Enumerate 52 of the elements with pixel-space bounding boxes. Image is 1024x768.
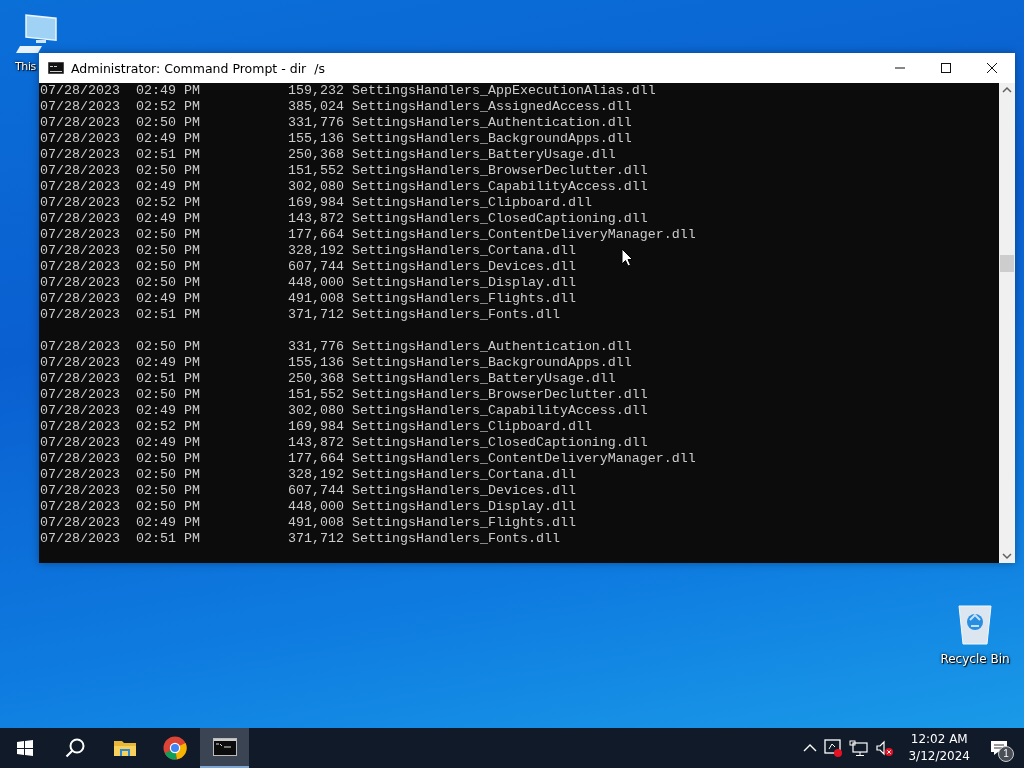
console-line: 07/28/2023 02:50 PM 607,744 SettingsHandlers_Devices.dll [40,259,576,275]
search-icon [64,738,85,758]
console-line: 07/28/2023 02:50 PM 331,776 SettingsHandlers_Authentication.dll [40,339,632,355]
console-line: 07/28/2023 02:50 PM 328,192 SettingsHandlers_Cortana.dll [40,243,576,259]
console-line: 07/28/2023 02:51 PM 250,368 SettingsHandlers_BatteryUsage.dll [40,147,616,163]
console-line: 07/28/2023 02:49 PM 143,872 SettingsHandlers_ClosedCaptioning.dll [40,435,648,451]
console-icon [48,62,64,74]
console-line: 07/28/2023 02:52 PM 385,024 SettingsHandlers_AssignedAccess.dll [40,99,632,115]
console-line: 07/28/2023 02:49 PM 302,080 SettingsHandlers_CapabilityAccess.dll [40,403,648,419]
clock[interactable]: 12:02 AM 3/12/2024 [900,731,978,765]
console-line: 07/28/2023 02:51 PM 371,712 SettingsHandlers_Fonts.dll [40,531,560,547]
console-icon [212,738,237,756]
recycle-bin-icon [955,602,995,646]
computer-icon [16,12,60,54]
console-line: 07/28/2023 02:52 PM 169,984 SettingsHandlers_Clipboard.dll [40,419,592,435]
console-line: 07/28/2023 02:49 PM 491,008 SettingsHandlers_Flights.dll [40,515,576,531]
volume-muted-icon[interactable] [875,739,896,757]
console-line: 07/28/2023 02:49 PM 159,232 SettingsHandlers_AppExecutionAlias.dll [40,83,656,99]
console-line: 07/28/2023 02:50 PM 331,776 SettingsHandlers_Authentication.dll [40,115,632,131]
notification-button[interactable]: 1 [982,728,1016,768]
console-line: 07/28/2023 02:52 PM 169,984 SettingsHandlers_Clipboard.dll [40,195,592,211]
console-line: 07/28/2023 02:50 PM 607,744 SettingsHandlers_Devices.dll [40,483,576,499]
windows-logo-icon [16,740,33,756]
console-line: 07/28/2023 02:51 PM 371,712 SettingsHandlers_Fonts.dll [40,307,560,323]
console-line: 07/28/2023 02:49 PM 155,136 SettingsHandlers_BackgroundApps.dll [40,131,632,147]
console-line: 07/28/2023 02:49 PM 143,872 SettingsHandlers_ClosedCaptioning.dll [40,211,648,227]
maximize-icon [940,62,952,74]
console-line: 07/28/2023 02:49 PM 155,136 SettingsHandlers_BackgroundApps.dll [40,355,632,371]
notification-badge: 1 [998,746,1014,762]
caret-up-icon[interactable] [803,743,818,753]
console-line: 07/28/2023 02:50 PM 151,552 SettingsHandlers_BrowserDeclutter.dll [40,163,648,179]
console-line: 07/28/2023 02:50 PM 448,000 SettingsHandlers_Display.dll [40,275,576,291]
icon-label: Recycle Bin [940,652,1010,666]
browser-icon [162,736,187,760]
folder-icon [113,738,136,758]
console-line: 07/28/2023 02:49 PM 302,080 SettingsHandlers_CapabilityAccess.dll [40,179,648,195]
security-alert-icon[interactable] [823,738,844,758]
console-line: 07/28/2023 02:50 PM 177,664 SettingsHandlers_ContentDeliveryManager.dll [40,451,696,467]
console-line: 07/28/2023 02:50 PM 328,192 SettingsHandlers_Cortana.dll [40,467,576,483]
console-line: 07/28/2023 02:50 PM 177,664 SettingsHandlers_ContentDeliveryManager.dll [40,227,696,243]
pointer-icon [621,248,633,267]
window-title: Administrator: Command Prompt - dir /s [71,60,326,76]
console-line: 07/28/2023 02:50 PM 448,000 SettingsHandlers_Display.dll [40,499,576,515]
scroll-thumb[interactable] [1000,255,1014,272]
console-line: 07/28/2023 02:50 PM 151,552 SettingsHandlers_BrowserDeclutter.dll [40,387,648,403]
close-icon [986,62,998,74]
taskbar-app[interactable] [200,728,249,768]
network-icon[interactable] [849,739,870,757]
icon-label: This [15,60,36,73]
scrollbar[interactable] [999,83,1015,563]
console-line: 07/28/2023 02:49 PM 491,008 SettingsHandlers_Flights.dll [40,291,576,307]
console-line: 07/28/2023 02:51 PM 250,368 SettingsHandlers_BatteryUsage.dll [40,371,616,387]
